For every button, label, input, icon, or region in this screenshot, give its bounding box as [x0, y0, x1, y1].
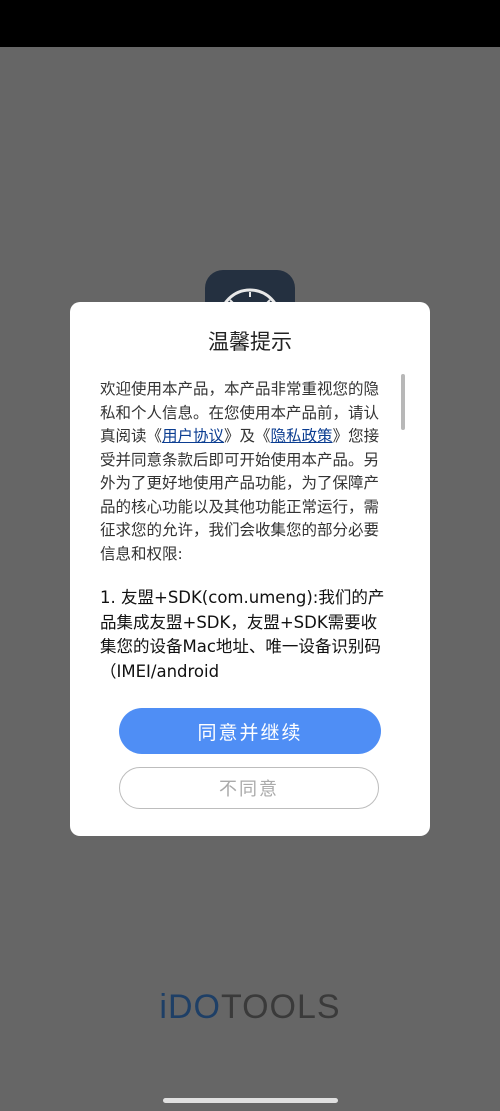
- privacy-dialog: 温馨提示 欢迎使用本产品，本产品非常重视您的隐私和个人信息。在您使用本产品前，请…: [70, 302, 430, 836]
- permission-item: 1. 友盟+SDK(com.umeng):我们的产品集成友盟+SDK，友盟+SD…: [100, 588, 385, 681]
- brand-logo-part2: TOOLS: [220, 988, 341, 1026]
- intro-text-2: 》及《: [224, 427, 271, 445]
- agree-button[interactable]: 同意并继续: [119, 708, 381, 754]
- intro-paragraph: 欢迎使用本产品，本产品非常重视您的隐私和个人信息。在您使用本产品前，请认真阅读《…: [100, 378, 392, 566]
- brand-logo-part1: iDO: [159, 988, 221, 1026]
- intro-text-3: 》您接受并同意条款后即可开始使用本产品。另外为了更好地使用产品功能，为了保障产品…: [100, 427, 380, 563]
- dialog-title: 温馨提示: [208, 330, 292, 354]
- brand-logo: iDOTOOLS: [0, 988, 500, 1027]
- status-bar: [0, 0, 500, 47]
- user-agreement-link[interactable]: 用户协议: [162, 427, 224, 445]
- home-indicator[interactable]: [163, 1098, 338, 1103]
- scrollbar[interactable]: [401, 374, 405, 430]
- privacy-policy-link[interactable]: 隐私政策: [271, 427, 333, 445]
- dialog-scroll-content[interactable]: 欢迎使用本产品，本产品非常重视您的隐私和个人信息。在您使用本产品前，请认真阅读《…: [100, 378, 392, 684]
- disagree-button[interactable]: 不同意: [119, 767, 379, 809]
